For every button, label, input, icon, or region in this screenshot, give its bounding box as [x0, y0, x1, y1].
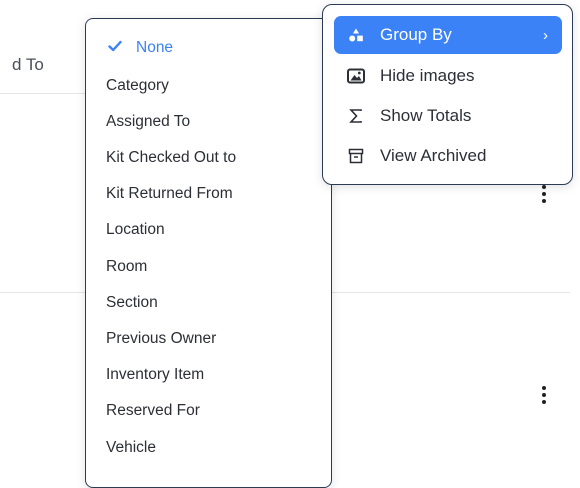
group-by-option-section[interactable]: Section	[106, 294, 158, 312]
menu-item-hide-images[interactable]: Hide images	[334, 57, 562, 95]
menu-item-label: Hide images	[380, 66, 475, 85]
group-by-option-reserved-for[interactable]: Reserved For	[106, 402, 200, 420]
menu-item-show-totals[interactable]: Show Totals	[334, 97, 562, 135]
menu-item-view-archived[interactable]: View Archived	[334, 137, 562, 175]
group-by-option-label: None	[136, 39, 174, 56]
group-by-option-vehicle[interactable]: Vehicle	[106, 439, 156, 457]
group-by-option-kit-checked-out-to[interactable]: Kit Checked Out to	[106, 149, 236, 167]
row-actions-kebab-icon[interactable]	[541, 185, 547, 203]
group-by-option-room[interactable]: Room	[106, 258, 147, 276]
check-icon	[108, 40, 122, 52]
group-by-option-inventory-item[interactable]: Inventory Item	[106, 366, 204, 384]
menu-item-label: Group By	[380, 25, 452, 44]
group-by-option-location[interactable]: Location	[106, 221, 165, 239]
row-actions-kebab-icon[interactable]	[541, 386, 547, 404]
group-by-option-assigned-to[interactable]: Assigned To	[106, 113, 190, 131]
group-by-option-category[interactable]: Category	[106, 77, 169, 95]
image-icon	[344, 67, 368, 85]
sigma-icon	[344, 107, 368, 125]
column-header-fragment: d To	[12, 55, 44, 74]
chevron-right-icon: ›	[543, 26, 548, 44]
menu-item-label: View Archived	[380, 146, 487, 165]
group-by-option-none[interactable]: None	[108, 39, 173, 57]
view-options-menu: Group By › Hide images Show Totals View …	[322, 4, 573, 185]
group-by-submenu: None Category Assigned To Kit Checked Ou…	[85, 18, 332, 488]
group-by-option-previous-owner[interactable]: Previous Owner	[106, 330, 216, 348]
menu-item-group-by[interactable]: Group By ›	[334, 16, 562, 54]
group-by-option-kit-returned-from[interactable]: Kit Returned From	[106, 185, 233, 203]
group-shapes-icon	[344, 26, 368, 44]
menu-item-label: Show Totals	[380, 106, 472, 125]
archive-box-icon	[344, 147, 368, 165]
